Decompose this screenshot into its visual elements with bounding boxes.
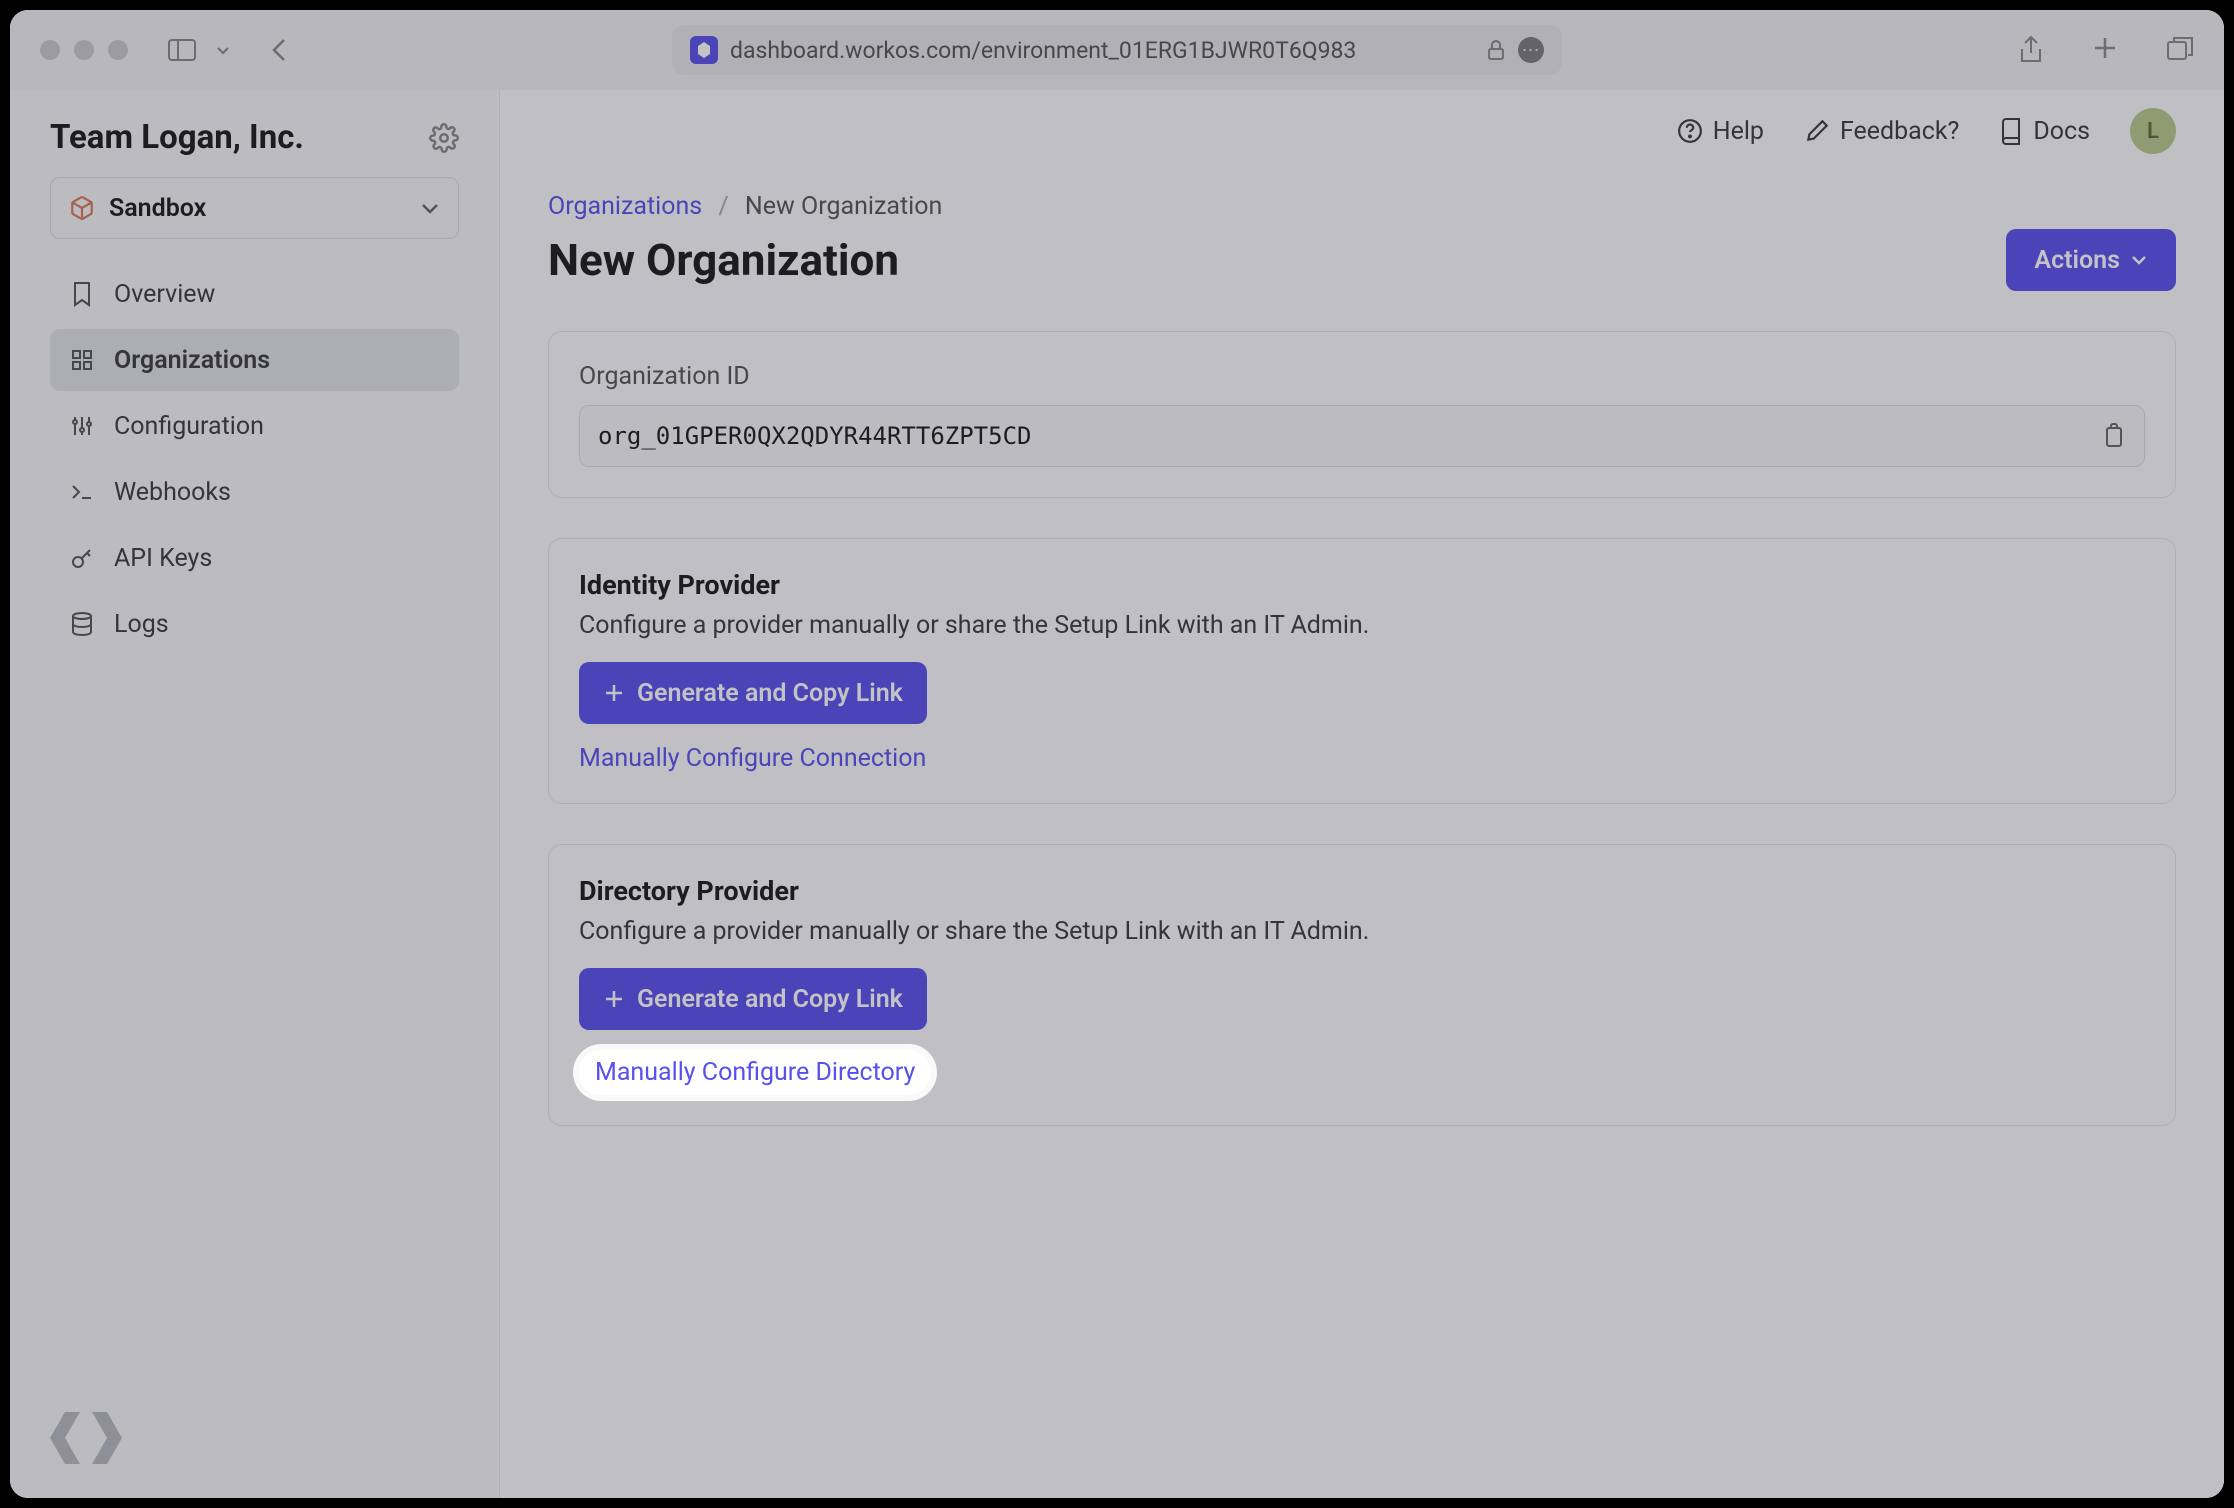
- url-text: dashboard.workos.com/environment_01ERG1B…: [730, 37, 1474, 64]
- more-icon[interactable]: ⋯: [1518, 37, 1544, 63]
- chevron-down-icon: [2130, 254, 2148, 266]
- cube-icon: [69, 195, 95, 221]
- workos-logo: [50, 1408, 122, 1468]
- nav-label: Logs: [114, 610, 169, 639]
- help-label: Help: [1713, 117, 1764, 146]
- directory-desc: Configure a provider manually or share t…: [579, 917, 2145, 946]
- close-window-button[interactable]: [40, 40, 60, 60]
- tabs-icon[interactable]: [2166, 35, 2194, 65]
- plus-icon: [603, 988, 625, 1010]
- key-icon: [68, 546, 96, 570]
- feedback-link[interactable]: Feedback?: [1804, 117, 1959, 146]
- nav-label: API Keys: [114, 544, 212, 573]
- org-id-input[interactable]: [598, 422, 2102, 450]
- sliders-icon: [68, 414, 96, 438]
- org-id-field: [579, 405, 2145, 467]
- identity-provider-card: Identity Provider Configure a provider m…: [548, 538, 2176, 804]
- sidebar: Team Logan, Inc. Sandbox Overview: [10, 90, 500, 1498]
- sidebar-item-webhooks[interactable]: Webhooks: [50, 461, 459, 523]
- grid-icon: [68, 348, 96, 372]
- sidebar-item-configuration[interactable]: Configuration: [50, 395, 459, 457]
- identity-desc: Configure a provider manually or share t…: [579, 611, 2145, 640]
- main-content: Help Feedback? Docs L Organizations /: [500, 90, 2224, 1498]
- nav-label: Configuration: [114, 412, 264, 441]
- feedback-label: Feedback?: [1840, 117, 1959, 146]
- user-avatar[interactable]: L: [2130, 108, 2176, 154]
- sidebar-item-overview[interactable]: Overview: [50, 263, 459, 325]
- breadcrumb-separator: /: [718, 192, 728, 221]
- directory-title: Directory Provider: [579, 875, 2145, 907]
- sidebar-item-logs[interactable]: Logs: [50, 593, 459, 655]
- docs-link[interactable]: Docs: [1999, 117, 2090, 146]
- sidebar-item-api-keys[interactable]: API Keys: [50, 527, 459, 589]
- actions-label: Actions: [2034, 246, 2120, 275]
- breadcrumb: Organizations / New Organization: [548, 192, 2176, 221]
- site-favicon: [690, 36, 718, 64]
- maximize-window-button[interactable]: [108, 40, 128, 60]
- sidebar-toggle-icon[interactable]: [168, 39, 196, 61]
- share-icon[interactable]: [2018, 35, 2044, 65]
- directory-provider-card: Directory Provider Configure a provider …: [548, 844, 2176, 1126]
- terminal-icon: [68, 482, 96, 502]
- new-tab-icon[interactable]: [2092, 35, 2118, 65]
- breadcrumb-root[interactable]: Organizations: [548, 192, 702, 221]
- copy-icon[interactable]: [2102, 422, 2126, 450]
- bookmark-icon: [68, 281, 96, 307]
- url-bar[interactable]: dashboard.workos.com/environment_01ERG1B…: [672, 25, 1562, 75]
- identity-manual-link[interactable]: Manually Configure Connection: [579, 744, 926, 773]
- breadcrumb-current: New Organization: [745, 192, 942, 221]
- directory-generate-label: Generate and Copy Link: [637, 985, 903, 1014]
- tab-dropdown-icon[interactable]: [216, 45, 230, 55]
- identity-generate-label: Generate and Copy Link: [637, 679, 903, 708]
- traffic-lights: [40, 40, 128, 60]
- avatar-initial: L: [2147, 119, 2159, 144]
- page-title: New Organization: [548, 234, 899, 286]
- top-nav: Help Feedback? Docs L: [500, 90, 2224, 172]
- nav-label: Organizations: [114, 346, 270, 375]
- team-name: Team Logan, Inc.: [50, 118, 304, 157]
- environment-name: Sandbox: [109, 194, 406, 223]
- identity-generate-button[interactable]: Generate and Copy Link: [579, 662, 927, 724]
- docs-label: Docs: [2033, 117, 2090, 146]
- chevron-down-icon: [420, 201, 440, 215]
- org-id-label: Organization ID: [579, 362, 2145, 391]
- sidebar-item-organizations[interactable]: Organizations: [50, 329, 459, 391]
- directory-manual-link[interactable]: Manually Configure Directory: [579, 1050, 931, 1095]
- help-link[interactable]: Help: [1677, 117, 1764, 146]
- browser-titlebar: dashboard.workos.com/environment_01ERG1B…: [10, 10, 2224, 90]
- identity-title: Identity Provider: [579, 569, 2145, 601]
- minimize-window-button[interactable]: [74, 40, 94, 60]
- database-icon: [68, 611, 96, 637]
- plus-icon: [603, 682, 625, 704]
- environment-selector[interactable]: Sandbox: [50, 177, 459, 239]
- settings-gear-icon[interactable]: [429, 123, 459, 153]
- actions-button[interactable]: Actions: [2006, 229, 2176, 291]
- back-button[interactable]: [270, 36, 288, 64]
- org-id-card: Organization ID: [548, 331, 2176, 498]
- lock-icon: [1486, 39, 1506, 61]
- nav-label: Webhooks: [114, 478, 231, 507]
- directory-generate-button[interactable]: Generate and Copy Link: [579, 968, 927, 1030]
- nav-label: Overview: [114, 280, 215, 309]
